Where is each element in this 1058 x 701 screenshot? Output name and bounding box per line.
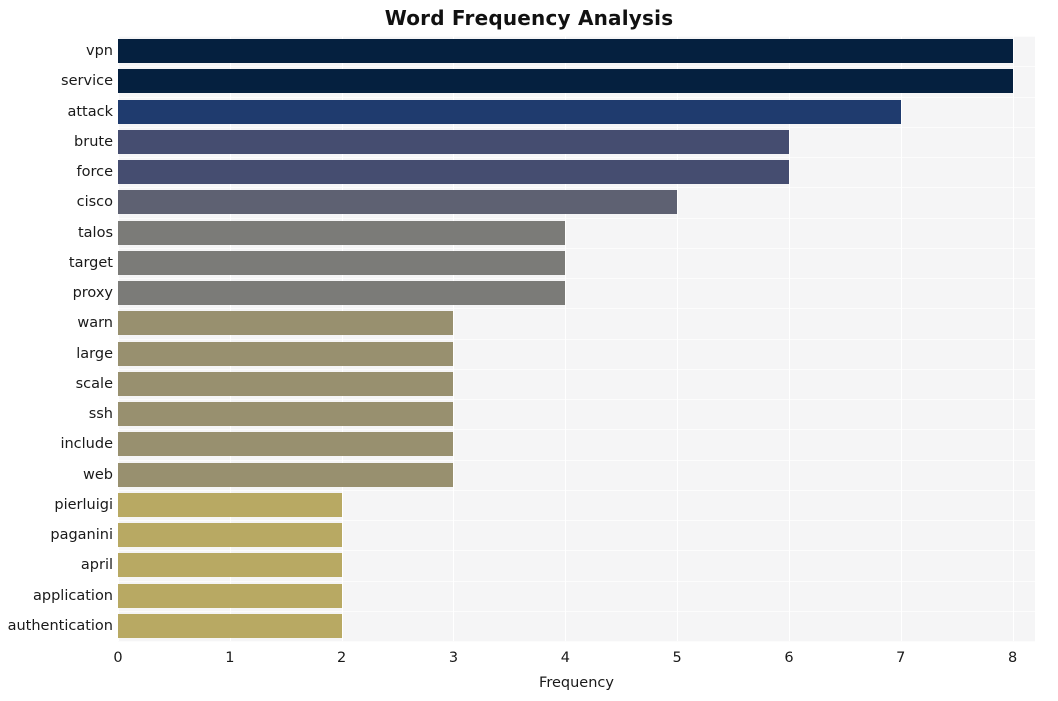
gridline-horizontal [118, 368, 1035, 370]
gridline-horizontal [118, 96, 1035, 98]
gridline-horizontal [118, 641, 1035, 642]
bar [118, 583, 342, 608]
gridline-vertical [453, 36, 455, 641]
bar [118, 129, 789, 154]
gridline-vertical [677, 36, 679, 641]
gridline-horizontal [118, 247, 1035, 249]
gridline-horizontal [118, 217, 1035, 219]
x-tick-label: 3 [448, 650, 459, 666]
gridline-horizontal [118, 308, 1035, 310]
bar [118, 432, 454, 457]
y-tick-label: vpn [86, 43, 113, 60]
x-axis-label: Frequency [539, 675, 614, 691]
y-axis-tick-labels: vpn service attack brute force cisco talos targ… [0, 36, 113, 641]
x-tick-label: 0 [113, 650, 123, 666]
gridline-vertical [788, 36, 790, 641]
gridline-horizontal [118, 126, 1035, 128]
x-tick-label: 5 [672, 650, 682, 666]
bar [118, 220, 566, 245]
plot-area [118, 36, 1035, 642]
bar [118, 523, 342, 548]
gridline-horizontal [118, 550, 1035, 552]
y-tick-label: include [60, 436, 113, 453]
x-tick-label: 1 [225, 650, 235, 666]
gridline-horizontal [118, 489, 1035, 491]
y-tick-label: april [80, 557, 113, 574]
bar [118, 553, 342, 578]
y-tick-label: target [68, 254, 113, 271]
gridline-horizontal [118, 157, 1035, 158]
bar [118, 402, 454, 427]
y-tick-label: ssh [88, 406, 113, 423]
x-tick-label: 6 [784, 650, 794, 666]
bar [118, 190, 678, 215]
gridline-vertical [565, 36, 567, 641]
bar [118, 69, 1013, 94]
gridline-vertical [341, 36, 343, 641]
bar [118, 281, 566, 306]
y-tick-label: proxy [72, 285, 113, 302]
y-tick-label: talos [77, 224, 113, 241]
y-tick-label: application [33, 587, 113, 604]
gridline-vertical [118, 36, 119, 641]
x-axis-tick-labels: 0 1 2 3 4 5 6 7 8 [113, 650, 1035, 672]
gridline-horizontal [118, 278, 1035, 279]
bar [118, 311, 454, 336]
y-tick-label: cisco [76, 194, 113, 211]
x-tick-label: 2 [337, 650, 347, 666]
x-tick-label: 8 [1008, 650, 1018, 666]
y-tick-label: pierluigi [54, 496, 113, 513]
y-tick-label: warn [77, 315, 113, 332]
word-frequency-chart: Word Frequency Analysis vpn service attack… [0, 0, 1058, 701]
x-tick-label: 4 [560, 650, 570, 666]
y-tick-label: paganini [50, 527, 113, 544]
bar [118, 492, 342, 517]
gridline-vertical [1012, 36, 1014, 641]
y-tick-label: attack [67, 103, 113, 120]
bar [118, 99, 901, 124]
bar [118, 39, 1013, 64]
gridline-vertical [229, 36, 231, 641]
gridline-horizontal [118, 429, 1035, 431]
y-tick-label: scale [75, 375, 113, 392]
gridline-horizontal [118, 399, 1035, 400]
chart-title: Word Frequency Analysis [384, 6, 674, 30]
y-tick-label: large [76, 345, 113, 362]
y-tick-label: brute [74, 133, 113, 150]
y-tick-label: force [76, 164, 113, 181]
y-tick-label: authentication [7, 617, 113, 634]
y-tick-label: web [83, 466, 113, 483]
x-tick-label: 7 [896, 650, 906, 666]
gridline-horizontal [118, 66, 1035, 68]
gridline-horizontal [118, 610, 1035, 612]
bar [118, 462, 454, 487]
bar [118, 250, 566, 275]
bar [118, 371, 454, 396]
gridline-horizontal [118, 520, 1035, 521]
bar [118, 160, 789, 185]
gridline-horizontal [118, 580, 1035, 582]
bar [118, 613, 342, 638]
gridline-horizontal [118, 338, 1035, 340]
y-tick-label: service [61, 73, 113, 90]
gridline-horizontal [118, 187, 1035, 189]
gridline-horizontal [118, 459, 1035, 461]
bar [118, 341, 454, 366]
gridline-horizontal [118, 36, 1035, 37]
gridline-vertical [900, 36, 902, 641]
